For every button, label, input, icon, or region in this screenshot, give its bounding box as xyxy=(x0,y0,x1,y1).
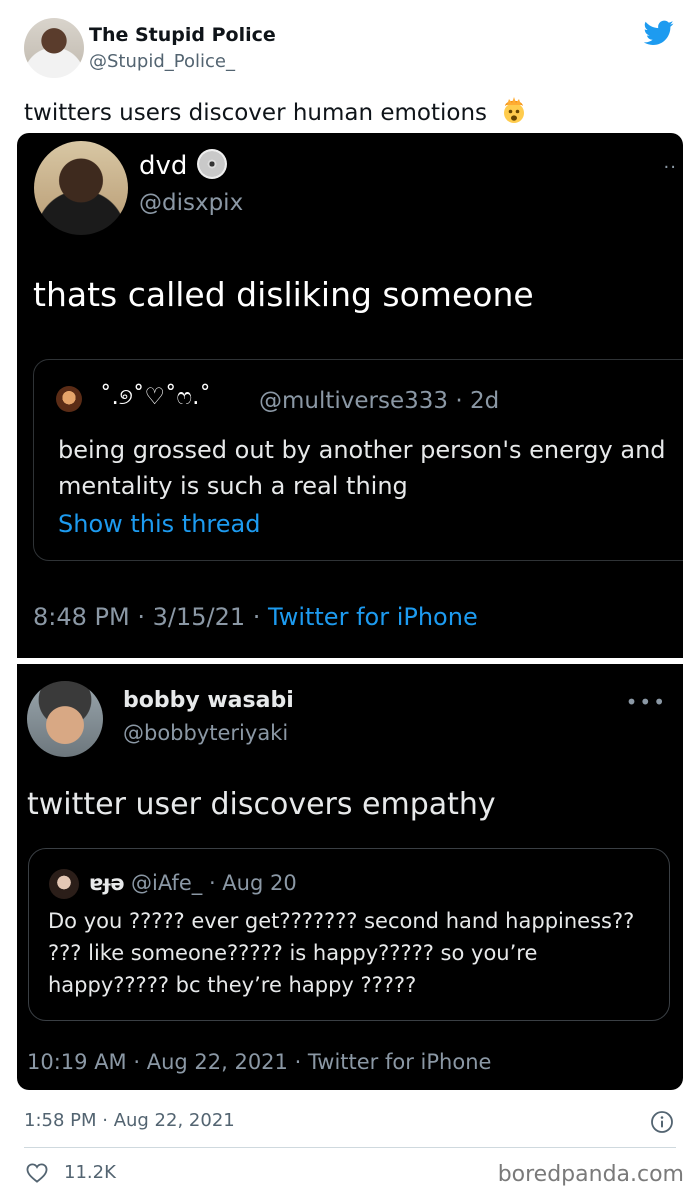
twitter-bird-icon[interactable] xyxy=(644,20,674,46)
tweet-header: The Stupid Police @Stupid_Police_ xyxy=(24,18,676,80)
divider xyxy=(24,1147,676,1148)
quoted-tweet-text: Do you ????? ever get??????? second hand… xyxy=(48,909,635,997)
tweet-timestamp[interactable]: 1:58 PM · Aug 22, 2021 xyxy=(24,1110,235,1131)
like-count[interactable]: 11.2K xyxy=(64,1162,116,1183)
author-handle: @bobbyteriyaki xyxy=(123,721,289,745)
tweet-text: twitter user discovers empathy xyxy=(27,787,496,822)
avatar xyxy=(56,386,82,412)
author-name: dvd xyxy=(139,149,228,181)
quoted-author-handle: @multiverse333 · 2d xyxy=(259,388,500,414)
avatar xyxy=(27,681,103,757)
tweet-text: thats called disliking someone xyxy=(33,275,534,314)
embedded-tweet-screenshot: dvd @disxpix ·· thats called disliking s… xyxy=(17,133,683,658)
embedded-tweet-screenshot: bobby wasabi @bobbyteriyaki ••• twitter … xyxy=(17,664,683,1090)
tweet-meta: 8:48 PM · 3/15/21 · Twitter for iPhone xyxy=(33,603,478,631)
avatar xyxy=(34,141,128,235)
cd-disc-icon xyxy=(197,149,228,179)
exploding-head-icon xyxy=(504,97,525,123)
avatar xyxy=(49,869,79,899)
heart-icon[interactable] xyxy=(26,1163,48,1183)
tweet-source: Twitter for iPhone xyxy=(268,603,478,631)
quoted-tweet-text: being grossed out by another person's en… xyxy=(58,436,666,500)
quoted-tweet: ˚.୭˚♡˚ෆ.˚ @multiverse333 · 2d being gros… xyxy=(33,359,683,561)
watermark: boredpanda.com xyxy=(497,1162,684,1187)
author-handle[interactable]: @Stupid_Police_ xyxy=(89,51,235,72)
avatar[interactable] xyxy=(24,18,84,78)
author-handle: @disxpix xyxy=(139,190,244,216)
tweet-text-content: twitters users discover human emotions xyxy=(24,100,488,126)
author-name: bobby wasabi xyxy=(123,688,294,713)
quoted-author-name: ˚.୭˚♡˚ෆ.˚ xyxy=(100,384,211,410)
tweet-timestamp: 8:48 PM · 3/15/21 · xyxy=(33,603,268,631)
tweet-meta: 10:19 AM · Aug 22, 2021 · Twitter for iP… xyxy=(27,1050,492,1074)
tweet-text: twitters users discover human emotions xyxy=(24,96,528,126)
quoted-tweet: ɐɟə @iAfe_ · Aug 20 Do you ????? ever ge… xyxy=(28,848,670,1021)
show-thread-link: Show this thread xyxy=(58,510,261,538)
author-name-text: dvd xyxy=(139,151,188,181)
quoted-author-handle: @iAfe_ · Aug 20 xyxy=(131,871,297,895)
more-options-icon: ••• xyxy=(625,690,667,714)
quoted-author-name: ɐɟə xyxy=(89,871,125,895)
more-options-icon: ·· xyxy=(663,157,677,178)
info-icon[interactable] xyxy=(650,1110,674,1134)
author-name[interactable]: The Stupid Police xyxy=(89,24,276,46)
